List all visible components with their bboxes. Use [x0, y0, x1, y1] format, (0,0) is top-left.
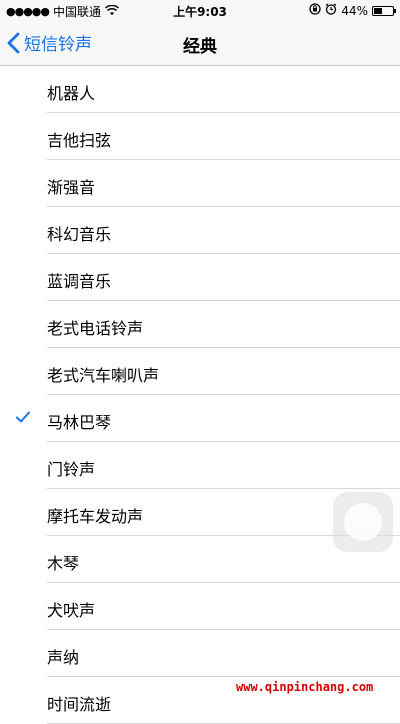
list-item-label: 犬吠声: [47, 601, 96, 620]
list-item-label: 马林巴琴: [47, 413, 112, 432]
status-bar: ●●●●● 中国联通 上午9:03 44%: [0, 0, 400, 22]
list-item[interactable]: 声纳: [0, 630, 400, 677]
list-item-label: 吉他扫弦: [47, 131, 112, 150]
list-item[interactable]: 马林巴琴: [0, 395, 400, 442]
list-item[interactable]: 老式电话铃声: [0, 301, 400, 348]
list-item-label: 门铃声: [47, 460, 96, 479]
list-item-label: 老式电话铃声: [47, 319, 144, 338]
list-item[interactable]: 机器人: [0, 66, 400, 113]
list-item-label: 蓝调音乐: [47, 272, 112, 291]
page-title: 经典: [183, 37, 217, 57]
list-item[interactable]: 犬吠声: [0, 583, 400, 630]
navigation-bar: 短信铃声 经典: [0, 22, 400, 66]
checkmark-icon: [16, 411, 30, 423]
battery-percentage: 44%: [341, 3, 368, 18]
list-item[interactable]: 吉他扫弦: [0, 113, 400, 160]
watermark: www.qinpinchang.com: [236, 680, 374, 694]
list-item-label: 木琴: [47, 554, 80, 573]
list-item-label: 摩托车发动声: [47, 507, 144, 526]
status-right: 44%: [309, 3, 396, 18]
list-item-label: 机器人: [47, 84, 96, 103]
list-item[interactable]: 门铃声: [0, 442, 400, 489]
list-item-label: 渐强音: [47, 178, 96, 197]
list-item[interactable]: 科幻音乐: [0, 207, 400, 254]
list-item[interactable]: 蓝调音乐: [0, 254, 400, 301]
assistive-touch-button[interactable]: [333, 492, 393, 552]
battery-fill: [374, 7, 382, 14]
battery-icon: [372, 5, 396, 16]
list-item-label: 声纳: [47, 648, 80, 667]
list-item-label: 科幻音乐: [47, 225, 112, 244]
assistive-touch-inner: [344, 503, 382, 541]
lock-rotation-icon: [309, 3, 321, 18]
list-item[interactable]: 老式汽车喇叭声: [0, 348, 400, 395]
ringtone-list: 机器人吉他扫弦渐强音科幻音乐蓝调音乐老式电话铃声 老式汽车喇叭声 马林巴琴门铃声摩托…: [0, 66, 400, 724]
list-item-label: 时间流逝: [47, 695, 112, 714]
list-item-label: 老式汽车喇叭声: [47, 366, 160, 385]
list-item[interactable]: 渐强音: [0, 160, 400, 207]
alarm-icon: [325, 3, 337, 18]
